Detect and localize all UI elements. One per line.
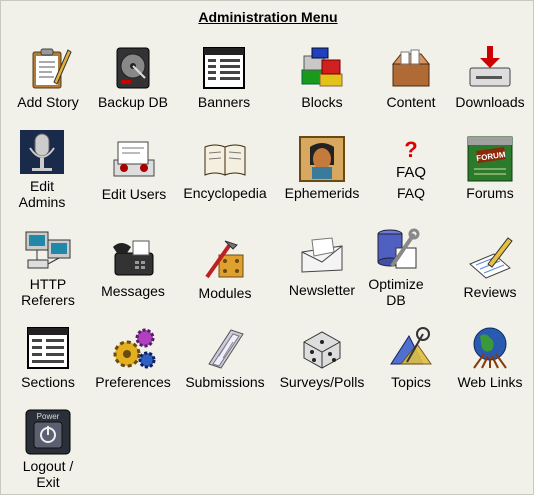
notepad-pencil-icon: [466, 234, 514, 282]
menu-item-label: Edit Users: [101, 186, 167, 202]
admin-menu-panel: Administration Menu Add Story Backup DB …: [0, 0, 534, 495]
network-computers-icon: [24, 226, 72, 274]
clipboard-pencil-icon: [24, 44, 72, 92]
menu-item-label: Blocks: [301, 94, 343, 110]
globe-network-icon: [466, 324, 514, 372]
menu-item-label: Optimize DB: [368, 276, 424, 308]
menu-item-label: Forums: [466, 185, 514, 201]
menu-item-label: Ephemerids: [284, 185, 360, 201]
database-wrench-icon: [372, 226, 420, 274]
menu-item-modules[interactable]: Modules: [177, 235, 273, 301]
menu-item-forums[interactable]: FORUM Forums: [442, 135, 534, 201]
menu-item-downloads[interactable]: Downloads: [442, 44, 534, 110]
download-drive-icon: [466, 44, 514, 92]
menu-item-label: Backup DB: [97, 94, 169, 110]
menu-item-label: Messages: [101, 283, 165, 299]
menu-item-surveys-polls[interactable]: Surveys/Polls: [274, 324, 370, 390]
menu-item-label: Sections: [21, 374, 75, 390]
menu-item-label: Surveys/Polls: [279, 374, 365, 390]
menu-item-blocks[interactable]: Blocks: [274, 44, 370, 110]
hard-drive-icon: [109, 44, 157, 92]
gears-icon: [109, 324, 157, 372]
menu-item-banners[interactable]: Banners: [176, 44, 272, 110]
menu-item-sections[interactable]: Sections: [0, 324, 96, 390]
menu-item-label: Banners: [197, 94, 251, 110]
menu-item-optimize-db[interactable]: Optimize DB: [348, 226, 444, 308]
egyptian-portrait-icon: [298, 135, 346, 183]
menu-item-label: Add Story: [17, 94, 79, 110]
menu-item-reviews[interactable]: Reviews: [442, 234, 534, 300]
menu-item-label: Preferences: [95, 374, 171, 390]
page-title: Administration Menu: [198, 9, 338, 25]
menu-item-add-story[interactable]: Add Story: [0, 44, 96, 110]
menu-item-encyclopedia[interactable]: Encyclopedia: [177, 135, 273, 201]
menu-item-label: Web Links: [457, 374, 523, 390]
menu-item-logout-exit[interactable]: Power Logout / Exit: [0, 408, 96, 490]
menu-item-http-referers[interactable]: HTTP Referers: [0, 226, 96, 308]
microphone-icon: [18, 128, 66, 176]
tools-icon: [201, 235, 249, 283]
menu-item-label: Modules: [198, 285, 252, 301]
faq-question-icon: ? FAQ: [387, 135, 435, 183]
menu-item-submissions[interactable]: Submissions: [177, 324, 273, 390]
menu-item-edit-admins[interactable]: Edit Admins: [0, 128, 90, 210]
fax-phone-icon: [109, 233, 157, 281]
menu-item-backup-db[interactable]: Backup DB: [85, 44, 181, 110]
menu-item-edit-users[interactable]: Edit Users: [86, 136, 182, 202]
sections-window-icon: [24, 324, 72, 372]
geometry-tools-icon: [387, 324, 435, 372]
menu-item-ephemerids[interactable]: Ephemerids: [274, 135, 370, 201]
menu-item-label: Logout / Exit: [22, 458, 74, 490]
faq-icon-text: FAQ: [396, 164, 426, 181]
open-book-icon: [201, 135, 249, 183]
faq-icon-mark: ?: [404, 137, 417, 162]
menu-item-label: Downloads: [455, 94, 525, 110]
forum-board-icon: FORUM: [466, 135, 514, 183]
rolodex-icon: [110, 136, 158, 184]
dice-icon: [298, 324, 346, 372]
menu-item-label: Reviews: [463, 284, 517, 300]
open-box-icon: [387, 44, 435, 92]
menu-item-label: HTTP Referers: [21, 276, 75, 308]
menu-item-label: Encyclopedia: [183, 185, 267, 201]
menu-item-preferences[interactable]: Preferences: [85, 324, 181, 390]
paper-stack-icon: [201, 324, 249, 372]
menu-item-web-links[interactable]: Web Links: [442, 324, 534, 390]
menu-item-messages[interactable]: Messages: [85, 233, 181, 299]
power-button-icon: Power: [24, 408, 72, 456]
window-grid-icon: [200, 44, 248, 92]
power-icon-text: Power: [37, 412, 60, 421]
menu-item-label: Submissions: [185, 374, 265, 390]
menu-item-label: Edit Admins: [18, 178, 66, 210]
envelope-icon: [298, 232, 346, 280]
lego-blocks-icon: [298, 44, 346, 92]
